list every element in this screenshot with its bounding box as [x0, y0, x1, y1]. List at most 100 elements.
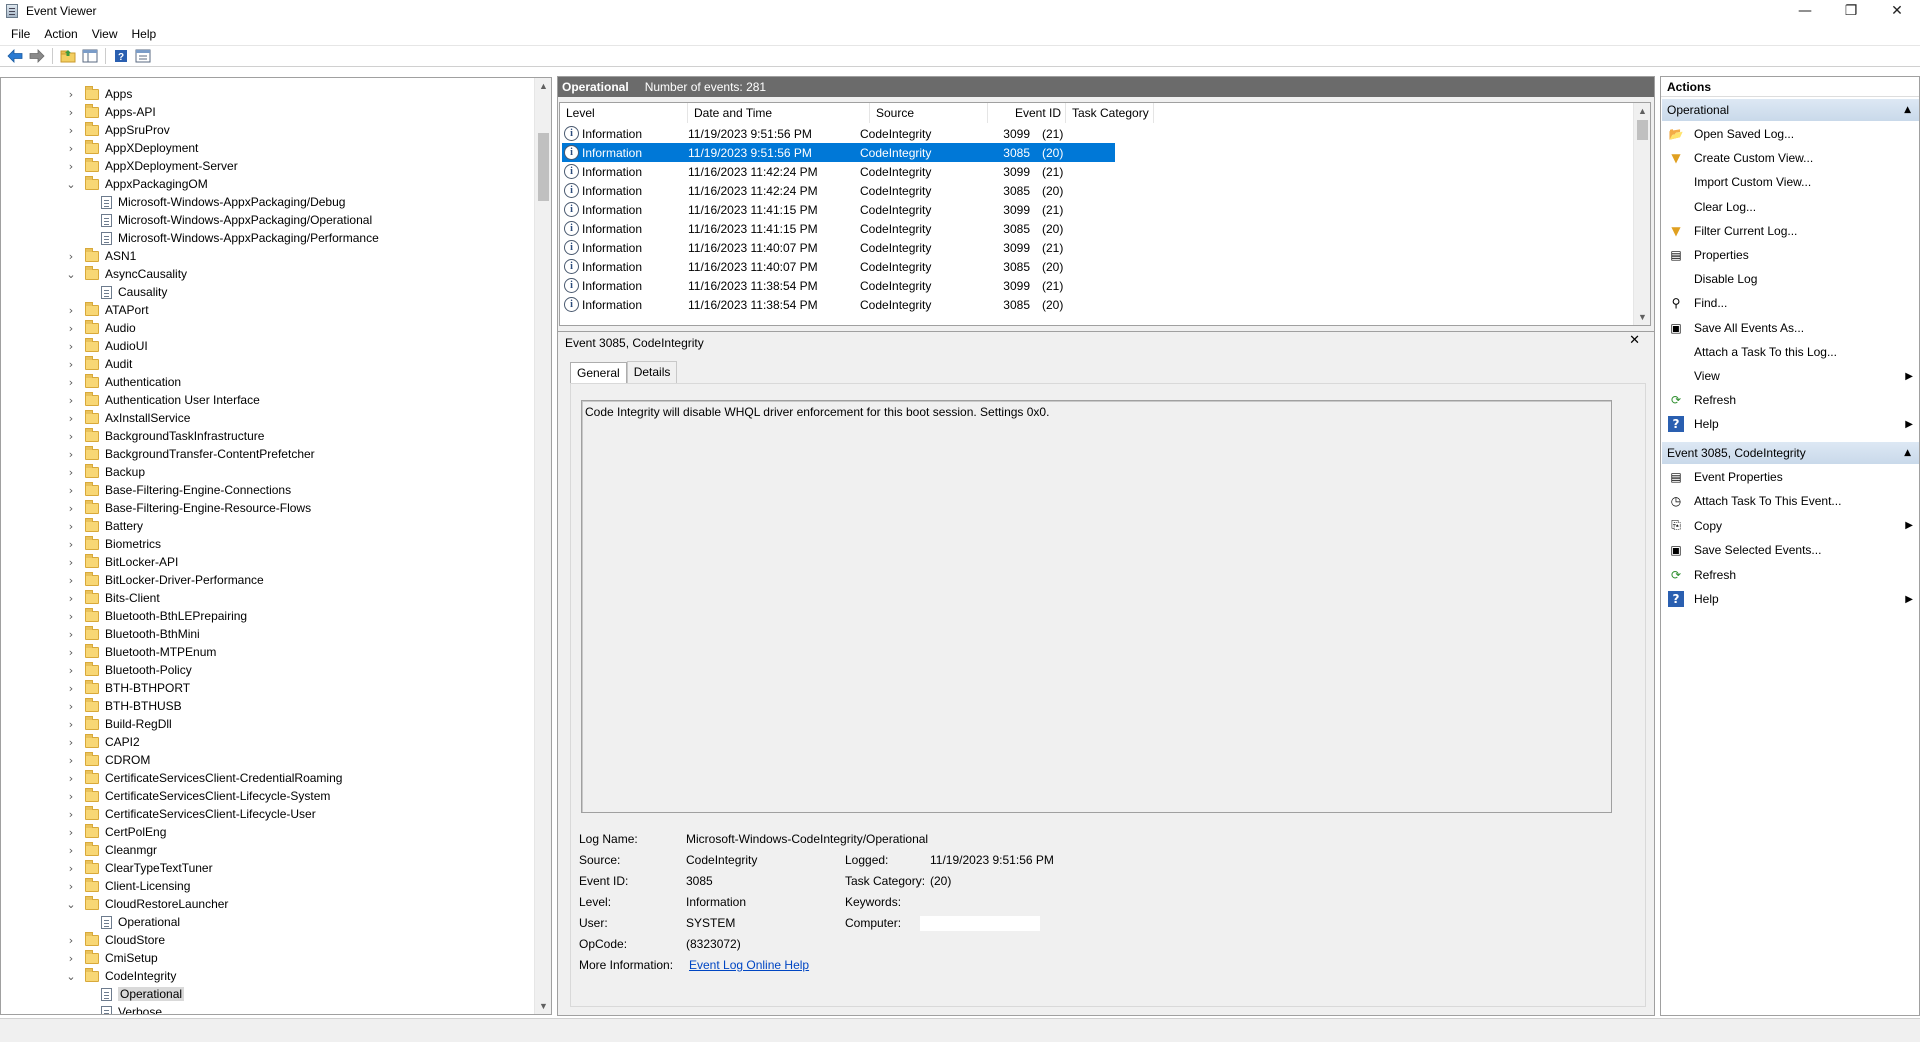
tree-item[interactable]: › Bluetooth-BthLEPrepairing [65, 607, 247, 625]
maximize-button[interactable]: ❐ [1828, 0, 1874, 22]
tree-item[interactable]: ⌄ CodeIntegrity [65, 967, 176, 985]
event-row[interactable]: i Information 11/16/2023 11:42:24 PM CodeIn… [562, 181, 1115, 200]
collapsed-chevron-icon[interactable]: › [65, 592, 77, 605]
collapsed-chevron-icon[interactable]: › [65, 646, 77, 659]
collapsed-chevron-icon[interactable]: › [65, 340, 77, 353]
tree-scrollbar[interactable]: ▲ ▼ [534, 78, 551, 1014]
tree-item[interactable]: Causality [81, 283, 167, 301]
tree-item[interactable]: › Audit [65, 355, 132, 373]
tree-item[interactable]: › Bluetooth-Policy [65, 661, 192, 679]
menu-view[interactable]: View [85, 27, 125, 41]
collapsed-chevron-icon[interactable]: › [65, 160, 77, 173]
tree-item[interactable]: › Base-Filtering-Engine-Resource-Flows [65, 499, 311, 517]
action-item[interactable]: ⟳ Refresh [1662, 389, 1919, 411]
tree-item[interactable]: › ClearTypeTextTuner [65, 859, 213, 877]
scroll-down-arrow-icon[interactable]: ▼ [1634, 309, 1650, 325]
tree-item[interactable]: › AxInstallService [65, 409, 190, 427]
tree-item[interactable]: › CertificateServicesClient-Lifecycle-Use… [65, 805, 316, 823]
tree-item[interactable]: Verbose [81, 1003, 162, 1014]
event-row[interactable]: i Information 11/19/2023 9:51:56 PM CodeInt… [562, 143, 1115, 162]
tree-item[interactable]: › Bits-Client [65, 589, 160, 607]
close-button[interactable]: ✕ [1874, 0, 1920, 22]
column-source[interactable]: Source [870, 103, 988, 123]
tree-item[interactable]: › Biometrics [65, 535, 161, 553]
tree-item[interactable]: › BitLocker-API [65, 553, 178, 571]
action-item[interactable]: Clear Log... [1662, 196, 1919, 218]
collapsed-chevron-icon[interactable]: › [65, 304, 77, 317]
action-item[interactable]: ▼ Filter Current Log... [1662, 220, 1919, 242]
tree-item[interactable]: › ATAPort [65, 301, 149, 319]
scroll-up-arrow-icon[interactable]: ▲ [535, 78, 551, 94]
collapsed-chevron-icon[interactable]: › [65, 610, 77, 623]
tree-item[interactable]: › Audio [65, 319, 136, 337]
event-row[interactable]: i Information 11/16/2023 11:40:07 PM CodeIn… [562, 257, 1115, 276]
action-item[interactable]: ▼ Create Custom View... [1662, 147, 1919, 169]
events-list[interactable]: Level Date and Time Source Event ID Task… [559, 102, 1651, 326]
action-item[interactable]: ▤ Properties [1662, 244, 1919, 266]
tree-item[interactable]: › Apps-API [65, 103, 156, 121]
tree-item[interactable]: › Bluetooth-BthMini [65, 625, 200, 643]
action-item[interactable]: ◷ Attach Task To This Event... [1662, 490, 1919, 512]
collapsed-chevron-icon[interactable]: › [65, 952, 77, 965]
collapsed-chevron-icon[interactable]: › [65, 772, 77, 785]
collapsed-chevron-icon[interactable]: › [65, 682, 77, 695]
tree-item[interactable]: › CDROM [65, 751, 150, 769]
collapsed-chevron-icon[interactable]: › [65, 826, 77, 839]
expanded-chevron-icon[interactable]: ⌄ [65, 268, 77, 281]
tree-item[interactable]: › BackgroundTaskInfrastructure [65, 427, 264, 445]
tree-item[interactable]: ⌄ AppxPackagingOM [65, 175, 208, 193]
collapsed-chevron-icon[interactable]: › [65, 466, 77, 479]
collapsed-chevron-icon[interactable]: › [65, 844, 77, 857]
collapsed-chevron-icon[interactable]: › [65, 376, 77, 389]
actions-section-header[interactable]: Event 3085, CodeIntegrity ▲ [1662, 441, 1919, 464]
collapsed-chevron-icon[interactable]: › [65, 358, 77, 371]
event-row[interactable]: i Information 11/16/2023 11:38:54 PM CodeIn… [562, 295, 1115, 314]
collapsed-chevron-icon[interactable]: › [65, 322, 77, 335]
tree-item[interactable]: › Authentication [65, 373, 181, 391]
collapsed-chevron-icon[interactable]: › [65, 394, 77, 407]
collapsed-chevron-icon[interactable]: › [65, 448, 77, 461]
tree-item[interactable]: ⌄ CloudRestoreLauncher [65, 895, 228, 913]
tree-item[interactable]: › Authentication User Interface [65, 391, 260, 409]
collapsed-chevron-icon[interactable]: › [65, 250, 77, 263]
collapsed-chevron-icon[interactable]: › [65, 502, 77, 515]
action-item[interactable]: ⟳ Refresh [1662, 564, 1919, 586]
collapse-caret-icon[interactable]: ▲ [1904, 448, 1911, 458]
action-item[interactable]: Import Custom View... [1662, 171, 1919, 193]
tree-item[interactable]: › BackgroundTransfer-ContentPrefetcher [65, 445, 315, 463]
collapsed-chevron-icon[interactable]: › [65, 430, 77, 443]
tree-item[interactable]: › CertificateServicesClient-Lifecycle-Sys… [65, 787, 330, 805]
collapsed-chevron-icon[interactable]: › [65, 862, 77, 875]
event-row[interactable]: i Information 11/19/2023 9:51:56 PM CodeInt… [562, 124, 1115, 143]
tree-item[interactable]: › BTH-BTHUSB [65, 697, 182, 715]
tree-item[interactable]: › CloudStore [65, 931, 165, 949]
collapsed-chevron-icon[interactable]: › [65, 934, 77, 947]
tree-item[interactable]: › Build-RegDll [65, 715, 172, 733]
collapsed-chevron-icon[interactable]: › [65, 556, 77, 569]
tree-item[interactable]: › Base-Filtering-Engine-Connections [65, 481, 291, 499]
scroll-up-arrow-icon[interactable]: ▲ [1634, 103, 1650, 119]
collapsed-chevron-icon[interactable]: › [65, 124, 77, 137]
tab-details[interactable]: Details [626, 361, 678, 383]
collapsed-chevron-icon[interactable]: › [65, 142, 77, 155]
tree-item[interactable]: Operational [81, 913, 180, 931]
tree-item[interactable]: Microsoft-Windows-AppxPackaging/Debug [81, 193, 345, 211]
tree-item[interactable]: › AppXDeployment [65, 139, 198, 157]
forward-arrow-icon[interactable] [26, 47, 48, 65]
collapsed-chevron-icon[interactable]: › [65, 628, 77, 641]
collapsed-chevron-icon[interactable]: › [65, 790, 77, 803]
column-date-and-time[interactable]: Date and Time [688, 103, 870, 123]
expanded-chevron-icon[interactable]: ⌄ [65, 898, 77, 911]
tree-item[interactable]: › AppSruProv [65, 121, 170, 139]
collapsed-chevron-icon[interactable]: › [65, 484, 77, 497]
action-item[interactable]: ▣ Save All Events As... [1662, 317, 1919, 339]
event-row[interactable]: i Information 11/16/2023 11:41:15 PM CodeIn… [562, 200, 1115, 219]
action-item[interactable]: Attach a Task To this Log... [1662, 341, 1919, 363]
tree-item[interactable]: › CAPI2 [65, 733, 140, 751]
tree-item[interactable]: Microsoft-Windows-AppxPackaging/Performa… [81, 229, 379, 247]
help-icon[interactable]: ? [110, 47, 132, 65]
tree-item[interactable]: › AppXDeployment-Server [65, 157, 238, 175]
menu-help[interactable]: Help [125, 27, 164, 41]
collapsed-chevron-icon[interactable]: › [65, 700, 77, 713]
collapsed-chevron-icon[interactable]: › [65, 412, 77, 425]
